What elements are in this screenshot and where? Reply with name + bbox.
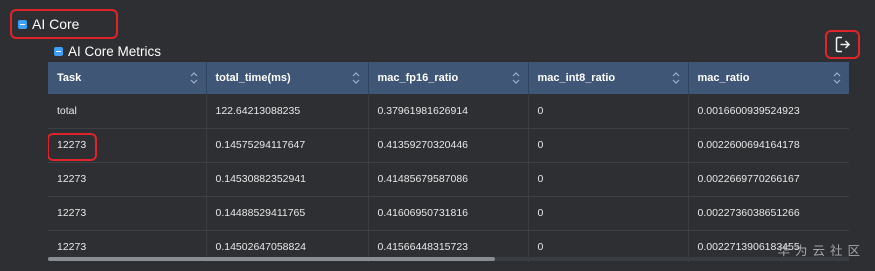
table-cell: 0.41359270320446 [368, 128, 529, 163]
column-header-label: total_time(ms) [215, 72, 291, 84]
column-header-task[interactable]: Task [48, 62, 207, 94]
table-cell: 122.64213088235 [206, 94, 369, 129]
table-row[interactable]: 12273 0.14575294117647 0.41359270320446 … [48, 128, 849, 163]
ai-core-section-title[interactable]: AI Core [10, 9, 118, 39]
table-cell: 0.0022736038651266 [688, 196, 849, 231]
watermark-text: 华为云社区 [777, 243, 865, 258]
sort-icon[interactable] [190, 71, 198, 85]
subsection-title-label: AI Core Metrics [68, 43, 162, 59]
table-cell: 0.14530882352941 [206, 162, 369, 197]
table-cell: total [48, 94, 207, 129]
table-cell: 0 [528, 162, 689, 197]
metrics-table-container: Task total_time(ms) mac_fp16_ratio mac_i… [48, 62, 849, 262]
table-cell: 0 [528, 196, 689, 231]
ai-core-metrics-title[interactable]: AI Core Metrics [54, 42, 161, 60]
table-cell: 12273 [48, 162, 207, 197]
table-cell-task-highlighted[interactable]: 12273 [48, 128, 207, 163]
column-header-total-time[interactable]: total_time(ms) [206, 62, 369, 94]
table-cell: 0.0022600694164178 [688, 128, 849, 163]
sort-icon[interactable] [672, 71, 680, 85]
column-header-label: Task [57, 72, 82, 84]
scrollbar-thumb[interactable] [48, 257, 495, 261]
table-cell: 0.41485679587086 [368, 162, 529, 197]
column-header-mac-ratio[interactable]: mac_ratio [688, 62, 849, 94]
export-icon [835, 36, 850, 53]
section-title-label: AI Core [32, 16, 80, 32]
table-cell: 0.14575294117647 [206, 128, 369, 163]
export-button[interactable] [825, 30, 860, 59]
column-header-label: mac_int8_ratio [537, 72, 616, 84]
collapse-square-icon [18, 19, 27, 29]
table-row[interactable]: 12273 0.14530882352941 0.41485679587086 … [48, 162, 849, 197]
table-cell: 0.41606950731816 [368, 196, 529, 231]
table-cell: 0 [528, 94, 689, 129]
table-cell: 0.14488529411765 [206, 196, 369, 231]
table-cell: 0.0022669770266167 [688, 162, 849, 197]
table-cell: 0.0016600939524923 [688, 94, 849, 129]
table-header-row: Task total_time(ms) mac_fp16_ratio mac_i… [48, 62, 849, 94]
table-row[interactable]: 12273 0.14488529411765 0.41606950731816 … [48, 196, 849, 231]
ai-core-metrics-table: Task total_time(ms) mac_fp16_ratio mac_i… [48, 62, 849, 262]
column-header-mac-int8-ratio[interactable]: mac_int8_ratio [528, 62, 689, 94]
horizontal-scrollbar[interactable] [48, 257, 849, 261]
collapse-square-icon [54, 46, 63, 56]
highlight-box [48, 132, 97, 161]
column-header-mac-fp16-ratio[interactable]: mac_fp16_ratio [368, 62, 529, 94]
column-header-label: mac_fp16_ratio [377, 72, 459, 84]
table-row[interactable]: total 122.64213088235 0.37961981626914 0… [48, 94, 849, 129]
table-cell: 0 [528, 128, 689, 163]
table-cell: 12273 [48, 196, 207, 231]
sort-icon[interactable] [512, 71, 520, 85]
sort-icon[interactable] [833, 71, 841, 85]
table-cell: 0.37961981626914 [368, 94, 529, 129]
sort-icon[interactable] [352, 71, 360, 85]
app-panel: AI Core AI Core Metrics Task total_time(… [0, 0, 875, 271]
column-header-label: mac_ratio [697, 72, 750, 84]
